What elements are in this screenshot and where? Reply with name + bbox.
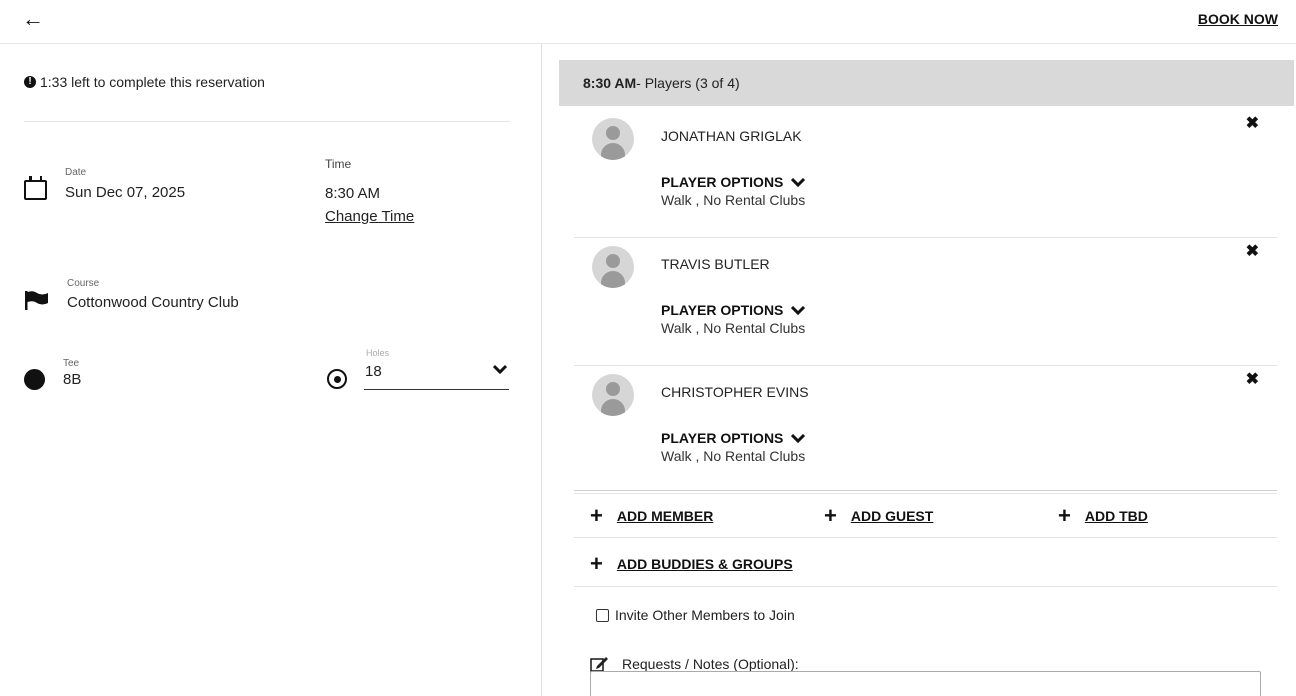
notes-label: Requests / Notes (Optional): [622,656,799,672]
invite-label: Invite Other Members to Join [615,607,795,623]
avatar [592,374,634,416]
holes-select[interactable]: 18 [364,362,509,390]
change-time-link[interactable]: Change Time [325,208,414,225]
add-member-button[interactable]: + ADD MEMBER [590,503,714,528]
notes-textarea[interactable] [590,671,1261,696]
top-bar: ← BOOK NOW [0,0,1296,44]
avatar [592,246,634,288]
edit-icon [590,657,608,672]
player-name: CHRISTOPHER EVINS [661,384,809,400]
invite-members: Invite Other Members to Join [596,607,795,623]
plus-icon: + [824,503,837,528]
tee-value: 8B [63,371,82,388]
chevron-down-icon [493,364,507,374]
chevron-down-icon [791,177,806,187]
calendar-icon [24,176,47,200]
time-value: 8:30 AM [325,185,381,202]
date-value: Sun Dec 07, 2025 [65,184,186,201]
add-players-row: + ADD MEMBER + ADD GUEST + ADD TBD [574,490,1277,538]
player-options-value: Walk , No Rental Clubs [661,192,806,208]
plus-icon: + [590,503,603,528]
close-icon[interactable]: ✖ [1246,241,1259,261]
add-guest-button[interactable]: + ADD GUEST [824,503,934,528]
reservation-timer: ! 1:33 left to complete this reservation [24,74,265,90]
add-member-label: ADD MEMBER [616,508,714,524]
plus-icon: + [1058,503,1071,528]
players-header: 8:30 AM - Players (3 of 4) [559,60,1294,106]
target-icon [327,369,347,389]
book-now-button[interactable]: BOOK NOW [1198,11,1278,27]
left-divider [24,121,510,122]
player-options-toggle[interactable]: PLAYER OPTIONS [661,302,806,318]
arrow-left-icon[interactable]: ← [22,8,44,30]
tee-label: Tee [63,358,80,369]
notes-label-row: Requests / Notes (Optional): [590,656,799,672]
close-icon[interactable]: ✖ [1246,369,1259,389]
player-options-toggle[interactable]: PLAYER OPTIONS [661,174,806,190]
tee-circle-icon [24,369,45,390]
player-options-label: PLAYER OPTIONS [661,430,784,446]
add-tbd-label: ADD TBD [1084,508,1148,524]
player-row: CHRISTOPHER EVINS ✖ PLAYER OPTIONS Walk … [574,366,1277,494]
info-icon: ! [24,76,36,88]
add-buddies-row: + ADD BUDDIES & GROUPS [574,539,1277,587]
time-label: Time [325,157,352,171]
flag-icon [25,291,48,310]
holes-label: Holes [366,348,390,358]
holes-value: 18 [365,363,382,380]
course-label: Course [67,278,100,289]
plus-icon: + [590,551,603,576]
avatar [592,118,634,160]
panel-divider [541,44,542,696]
player-name: JONATHAN GRIGLAK [661,128,802,144]
add-guest-label: ADD GUEST [850,508,934,524]
player-options-value: Walk , No Rental Clubs [661,320,806,336]
player-row: TRAVIS BUTLER ✖ PLAYER OPTIONS Walk , No… [574,238,1277,366]
player-row: JONATHAN GRIGLAK ✖ PLAYER OPTIONS Walk ,… [574,110,1277,238]
invite-checkbox[interactable] [596,608,609,622]
player-options-label: PLAYER OPTIONS [661,174,784,190]
date-label: Date [65,167,87,178]
add-tbd-button[interactable]: + ADD TBD [1058,503,1148,528]
chevron-down-icon [791,305,806,315]
player-options-toggle[interactable]: PLAYER OPTIONS [661,430,806,446]
close-icon[interactable]: ✖ [1246,113,1259,133]
add-buddies-label: ADD BUDDIES & GROUPS [616,556,793,572]
player-options-label: PLAYER OPTIONS [661,302,784,318]
player-name: TRAVIS BUTLER [661,256,770,272]
course-value: Cottonwood Country Club [67,294,239,311]
player-options-value: Walk , No Rental Clubs [661,448,806,464]
players-header-count: - Players (3 of 4) [636,75,740,91]
add-buddies-button[interactable]: + ADD BUDDIES & GROUPS [590,551,793,576]
timer-text: 1:33 left to complete this reservation [40,74,265,90]
players-header-time: 8:30 AM [583,75,637,91]
chevron-down-icon [791,433,806,443]
